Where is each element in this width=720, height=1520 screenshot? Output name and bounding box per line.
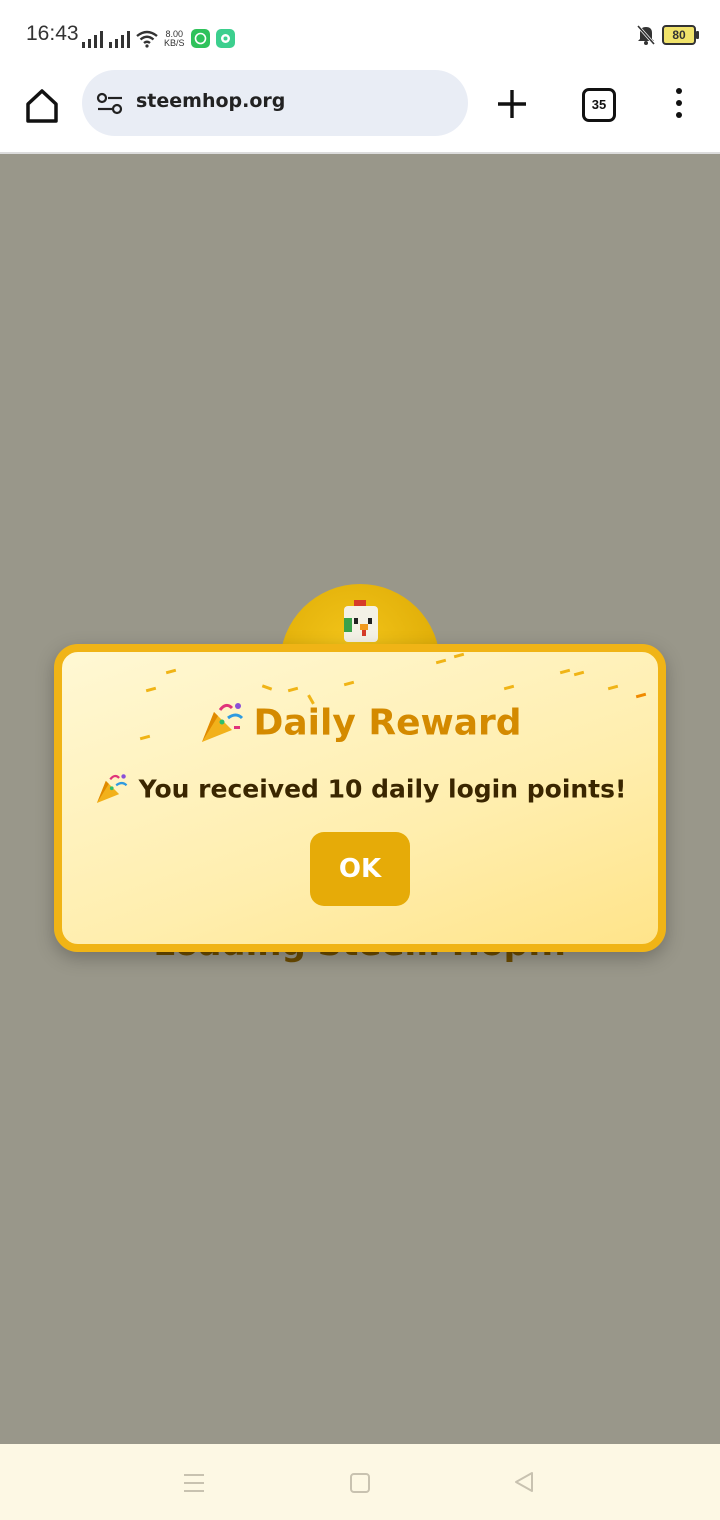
chicken-mascot-icon [344,600,378,642]
status-left-icons: 8.00 KB/S [82,24,235,48]
home-nav-icon[interactable] [350,1473,370,1493]
system-nav-bar [0,1444,720,1520]
status-time: 16:43 [26,22,79,45]
modal-message-row: You received 10 daily login points! [62,772,658,806]
back-icon[interactable] [512,1470,536,1494]
address-bar[interactable]: steemhop.org [82,70,468,136]
signal-icon [109,30,130,48]
recent-apps-icon[interactable] [184,1474,204,1498]
url-text: steemhop.org [136,90,286,112]
modal-title-row: Daily Reward [62,700,658,746]
net-speed: 8.00 KB/S [164,30,185,48]
signal-icon [82,30,103,48]
browser-toolbar: steemhop.org 35 [0,70,720,154]
status-right-icons: 80 [636,24,699,46]
net-speed-unit: KB/S [164,38,185,48]
app-notification-icon [215,29,235,48]
whatsapp-icon [190,29,210,48]
daily-reward-modal: Daily Reward You received 10 daily login… [54,644,666,952]
party-popper-icon [96,774,127,804]
modal-message: You received 10 daily login points! [138,774,627,804]
battery-icon: 80 [662,25,699,45]
party-popper-icon [202,703,244,742]
wifi-icon [136,30,158,48]
home-icon[interactable] [22,86,62,126]
bell-muted-icon [636,25,656,45]
new-tab-icon[interactable] [494,86,530,122]
status-bar: 16:43 8.00 KB/S 80 [0,0,720,70]
site-settings-icon[interactable] [96,92,124,116]
ok-button[interactable]: OK [310,832,410,906]
modal-title: Daily Reward [253,702,522,744]
tab-switcher-button[interactable]: 35 [582,88,616,122]
more-menu-icon[interactable] [672,88,686,122]
